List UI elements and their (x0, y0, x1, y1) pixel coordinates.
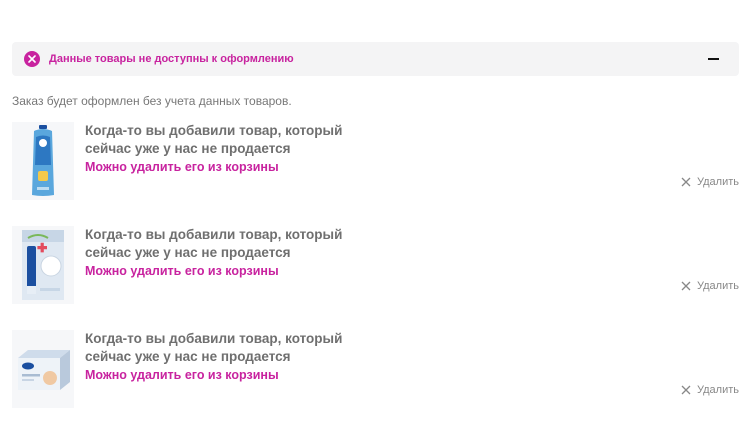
lip-balm-box-image[interactable] (12, 226, 74, 304)
banner-title: Данные товары не доступны к оформлению (49, 53, 294, 65)
item-hint: Можно удалить его из корзины (85, 264, 279, 278)
item-hint: Можно удалить его из корзины (85, 160, 279, 174)
remove-label: Удалить (697, 280, 739, 292)
close-icon (681, 177, 691, 187)
cream-box-image[interactable] (12, 330, 74, 408)
item-title: Когда-то вы добавили товар, который сейч… (85, 227, 343, 260)
close-icon (681, 385, 691, 395)
cart-item: Когда-то вы добавили товар, который сейч… (12, 122, 739, 202)
order-note: Заказ будет оформлен без учета данных то… (12, 94, 292, 108)
close-icon (681, 281, 691, 291)
remove-label: Удалить (697, 384, 739, 396)
item-title: Когда-то вы добавили товар, который сейч… (85, 123, 343, 156)
cart-item: Когда-то вы добавили товар, который сейч… (12, 226, 739, 306)
unavailable-items-banner[interactable]: Данные товары не доступны к оформлению (12, 42, 739, 76)
item-title: Когда-то вы добавили товар, который сейч… (85, 331, 343, 364)
collapse-button[interactable] (707, 54, 719, 64)
remove-button[interactable]: Удалить (681, 280, 739, 292)
remove-label: Удалить (697, 176, 739, 188)
sunscreen-bottle-image[interactable] (12, 122, 74, 200)
remove-button[interactable]: Удалить (681, 384, 739, 396)
remove-button[interactable]: Удалить (681, 176, 739, 188)
close-circle-icon (24, 51, 40, 67)
item-hint: Можно удалить его из корзины (85, 368, 279, 382)
cart-item: Когда-то вы добавили товар, который сейч… (12, 330, 739, 410)
minus-icon (707, 58, 719, 60)
